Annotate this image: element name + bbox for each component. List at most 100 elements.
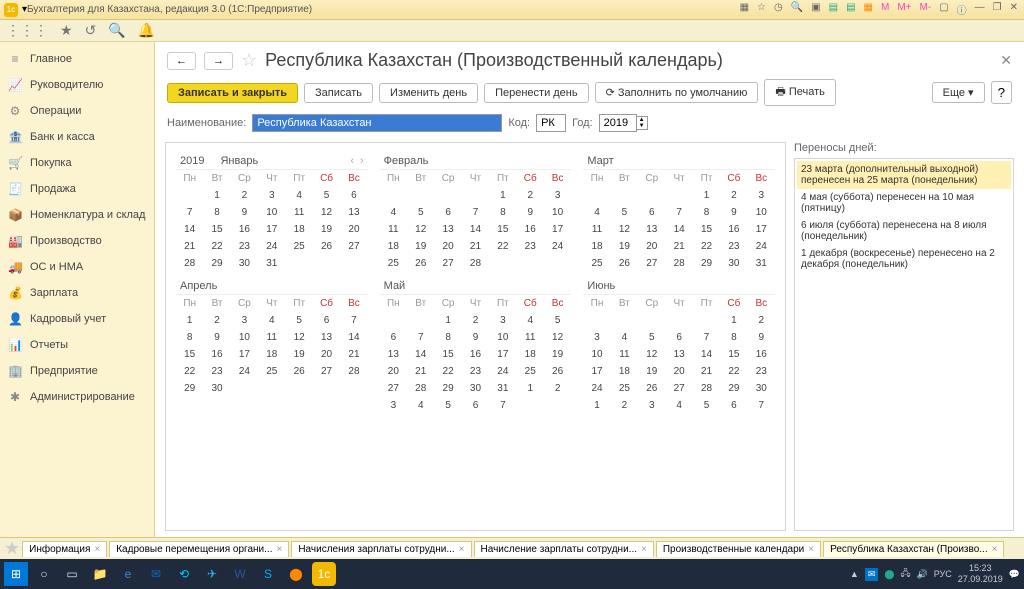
day-cell[interactable]: 14 — [462, 221, 489, 238]
transfers-list[interactable]: 23 марта (дополнительный выходной) перен… — [794, 158, 1014, 531]
day-cell[interactable]: 3 — [489, 312, 516, 329]
day-cell[interactable]: 30 — [231, 255, 258, 272]
mail-icon[interactable]: ✉ — [865, 568, 879, 581]
start-icon[interactable]: ⊞ — [4, 562, 28, 586]
day-cell[interactable]: 21 — [665, 238, 692, 255]
sound-icon[interactable]: 🔊 — [916, 569, 927, 580]
transfer-item[interactable]: 1 декабря (воскресенье) перенесено на 2 … — [797, 245, 1011, 273]
day-cell[interactable]: 8 — [489, 204, 516, 221]
minimize-icon[interactable]: — — [973, 2, 987, 17]
sidebar-item[interactable]: 👤Кадровый учет — [0, 306, 154, 332]
year-down-icon[interactable]: ▼ — [637, 123, 647, 129]
skype-icon[interactable]: S — [256, 562, 280, 586]
tab-close-icon[interactable]: × — [992, 544, 998, 555]
sidebar-item[interactable]: 💰Зарплата — [0, 280, 154, 306]
next-month-icon[interactable]: › — [360, 155, 364, 167]
day-cell[interactable]: 11 — [517, 329, 544, 346]
day-cell[interactable]: 6 — [434, 204, 461, 221]
name-input[interactable] — [252, 114, 502, 132]
info-icon[interactable]: ⓘ — [955, 2, 969, 17]
1c-icon[interactable]: 1c — [312, 562, 336, 586]
day-cell[interactable]: 29 — [434, 380, 461, 397]
edge-icon[interactable]: e — [116, 562, 140, 586]
day-cell[interactable]: 1 — [720, 312, 747, 329]
day-cell[interactable]: 19 — [544, 346, 571, 363]
day-cell[interactable]: 23 — [720, 238, 747, 255]
outlook-icon[interactable]: ✉ — [144, 562, 168, 586]
day-cell[interactable]: 22 — [693, 238, 720, 255]
day-cell[interactable]: 14 — [340, 329, 367, 346]
day-cell[interactable]: 1 — [489, 187, 516, 204]
day-cell[interactable]: 2 — [203, 312, 230, 329]
day-cell[interactable]: 5 — [407, 204, 434, 221]
day-cell[interactable]: 30 — [462, 380, 489, 397]
maximize-icon[interactable]: ❐ — [991, 2, 1004, 17]
day-cell[interactable]: 31 — [748, 255, 775, 272]
day-cell[interactable]: 3 — [231, 312, 258, 329]
day-cell[interactable]: 4 — [583, 204, 610, 221]
code-input[interactable] — [536, 114, 566, 132]
taskview-icon[interactable]: ▭ — [60, 562, 84, 586]
day-cell[interactable]: 5 — [638, 329, 665, 346]
day-cell[interactable]: 18 — [286, 221, 313, 238]
day-cell[interactable]: 2 — [611, 397, 638, 414]
day-cell[interactable]: 11 — [380, 221, 407, 238]
day-cell[interactable]: 13 — [340, 204, 367, 221]
day-cell[interactable]: 27 — [313, 363, 340, 380]
day-cell[interactable]: 4 — [611, 329, 638, 346]
sys-icon[interactable]: 🔍 — [789, 2, 805, 17]
sys-icon[interactable]: ▢ — [937, 2, 950, 17]
day-cell[interactable]: 23 — [203, 363, 230, 380]
day-cell[interactable]: 1 — [434, 312, 461, 329]
day-cell[interactable]: 7 — [462, 204, 489, 221]
day-cell[interactable]: 5 — [611, 204, 638, 221]
day-cell[interactable]: 20 — [380, 363, 407, 380]
day-cell[interactable]: 21 — [693, 363, 720, 380]
day-cell[interactable]: 13 — [434, 221, 461, 238]
search-icon[interactable]: ○ — [32, 562, 56, 586]
day-cell[interactable]: 31 — [258, 255, 285, 272]
day-cell[interactable]: 5 — [434, 397, 461, 414]
tab-close-icon[interactable]: × — [641, 544, 647, 555]
history-icon[interactable]: ↺ — [85, 22, 97, 39]
sidebar-item[interactable]: 🏦Банк и касса — [0, 124, 154, 150]
save-close-button[interactable]: Записать и закрыть — [167, 83, 298, 103]
fill-default-button[interactable]: ⟳ Заполнить по умолчанию — [595, 82, 759, 103]
day-cell[interactable]: 3 — [638, 397, 665, 414]
tab[interactable]: Производственные календари × — [656, 541, 821, 557]
close-page-icon[interactable]: ✕ — [1000, 52, 1012, 69]
day-cell[interactable]: 10 — [544, 204, 571, 221]
day-cell[interactable]: 11 — [258, 329, 285, 346]
day-cell[interactable]: 17 — [489, 346, 516, 363]
day-cell[interactable]: 24 — [748, 238, 775, 255]
day-cell[interactable]: 21 — [407, 363, 434, 380]
day-cell[interactable]: 7 — [693, 329, 720, 346]
day-cell[interactable]: 28 — [340, 363, 367, 380]
day-cell[interactable]: 6 — [665, 329, 692, 346]
notifications-icon[interactable]: 🔔 — [138, 22, 155, 39]
day-cell[interactable]: 11 — [611, 346, 638, 363]
day-cell[interactable]: 24 — [258, 238, 285, 255]
day-cell[interactable]: 18 — [380, 238, 407, 255]
day-cell[interactable]: 24 — [489, 363, 516, 380]
day-cell[interactable]: 2 — [544, 380, 571, 397]
tab-close-icon[interactable]: × — [94, 544, 100, 555]
telegram-icon[interactable]: ✈ — [200, 562, 224, 586]
day-cell[interactable]: 25 — [611, 380, 638, 397]
sidebar-item[interactable]: 📈Руководителю — [0, 72, 154, 98]
day-cell[interactable]: 24 — [544, 238, 571, 255]
day-cell[interactable]: 5 — [544, 312, 571, 329]
day-cell[interactable]: 12 — [544, 329, 571, 346]
prev-month-icon[interactable]: ‹ — [350, 155, 354, 167]
day-cell[interactable]: 15 — [434, 346, 461, 363]
transfer-item[interactable]: 6 июля (суббота) перенесена на 8 июля (п… — [797, 217, 1011, 245]
explorer-icon[interactable]: 📁 — [88, 562, 112, 586]
transfer-item[interactable]: 4 мая (суббота) перенесен на 10 мая (пят… — [797, 189, 1011, 217]
day-cell[interactable]: 27 — [665, 380, 692, 397]
move-days-button[interactable]: Перенести день — [484, 83, 589, 103]
day-cell[interactable]: 17 — [231, 346, 258, 363]
day-cell[interactable]: 5 — [313, 187, 340, 204]
teamviewer-icon[interactable]: ⟲ — [172, 562, 196, 586]
word-icon[interactable]: W — [228, 562, 252, 586]
day-cell[interactable]: 12 — [611, 221, 638, 238]
